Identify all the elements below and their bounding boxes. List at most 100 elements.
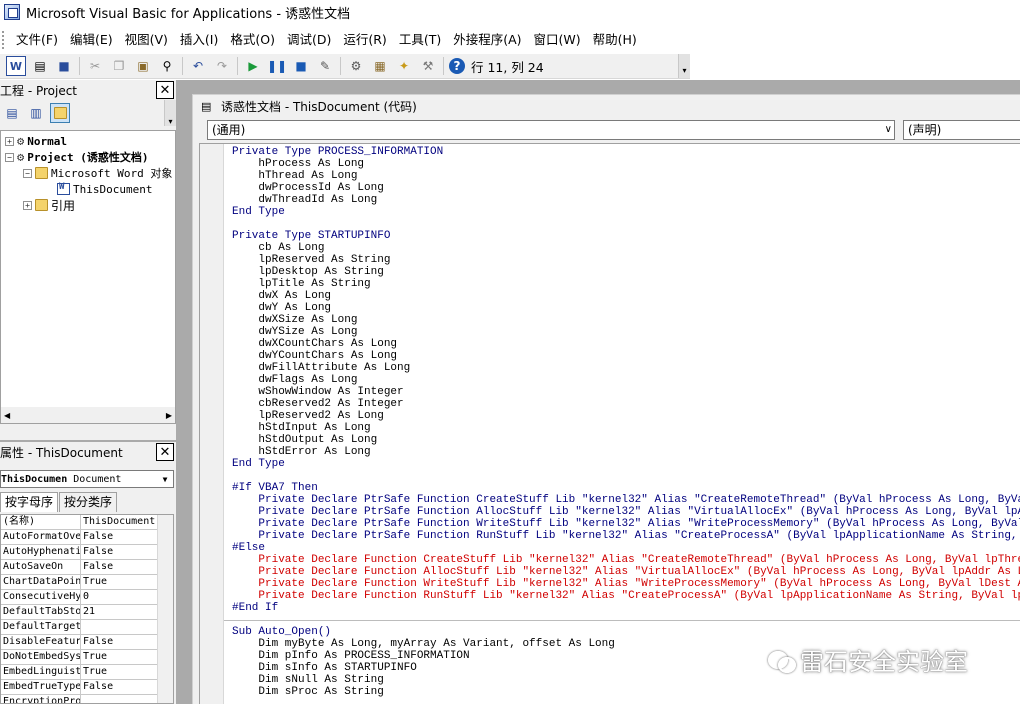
code-line[interactable]: Private Declare PtrSafe Function AllocSt… (232, 506, 1020, 518)
redo-icon[interactable]: ↷ (212, 56, 232, 76)
menu-debug[interactable]: 调试(D) (281, 29, 337, 51)
tree-horizontal-scrollbar[interactable]: ◀ ▶ (1, 407, 175, 423)
code-line[interactable]: Private Declare PtrSafe Function WriteSt… (232, 518, 1020, 530)
tree-node-word-objects[interactable]: − Microsoft Word 对象 (23, 165, 172, 181)
code-line[interactable]: wShowWindow As Integer (232, 386, 1020, 398)
property-value[interactable]: False (81, 560, 155, 574)
menu-window[interactable]: 窗口(W) (528, 29, 587, 51)
property-value[interactable]: False (81, 545, 155, 559)
code-line[interactable]: dwYCountChars As Long (232, 350, 1020, 362)
tree-node-project[interactable]: − ⚙ Project (诱惑性文档) (5, 149, 148, 165)
code-line[interactable]: hProcess As Long (232, 158, 1020, 170)
property-value[interactable]: True (81, 650, 155, 664)
property-row[interactable]: AutoSaveOn False (1, 560, 173, 575)
properties-window-icon[interactable]: ▦ (370, 56, 390, 76)
property-grid-scrollbar[interactable] (157, 515, 173, 703)
code-line[interactable]: dwYSize As Long (232, 326, 1020, 338)
chevron-down-icon[interactable]: ▼ (157, 471, 173, 487)
property-row[interactable]: EmbedLinguist True (1, 665, 173, 680)
procedure-separator[interactable] (224, 620, 1020, 621)
code-line[interactable]: dwY As Long (232, 302, 1020, 314)
run-icon[interactable]: ▶ (243, 56, 263, 76)
code-line[interactable]: Private Type PROCESS_INFORMATION (232, 146, 1020, 158)
property-value[interactable]: True (81, 665, 155, 679)
view-object-icon[interactable]: ▥ (26, 103, 46, 123)
code-line[interactable]: lpReserved2 As Long (232, 410, 1020, 422)
code-line[interactable]: dwProcessId As Long (232, 182, 1020, 194)
code-line[interactable]: #If VBA7 Then (232, 482, 1020, 494)
code-line[interactable]: Sub Auto_Open() (232, 626, 1020, 638)
menu-help[interactable]: 帮助(H) (587, 29, 643, 51)
tab-categorized[interactable]: 按分类序 (59, 492, 118, 512)
project-explorer-icon[interactable]: ⚙ (346, 56, 366, 76)
code-editor[interactable]: Private Type PROCESS_INFORMATION hProces… (199, 143, 1020, 704)
code-line[interactable]: dwXCountChars As Long (232, 338, 1020, 350)
reset-icon[interactable]: ■ (291, 56, 311, 76)
save-icon[interactable]: ■ (54, 56, 74, 76)
break-icon[interactable]: ❚❚ (267, 56, 287, 76)
code-line[interactable]: End Type (232, 206, 1020, 218)
object-selector[interactable]: ThisDocumen Document ▼ (0, 470, 174, 488)
property-row[interactable]: (名称) ThisDocument (1, 515, 173, 530)
tab-alphabetic[interactable]: 按字母序 (0, 492, 59, 512)
property-value[interactable] (81, 620, 155, 634)
code-line[interactable]: End Type (232, 458, 1020, 470)
expand-plus-icon[interactable]: + (5, 136, 14, 146)
toggle-folders-icon[interactable] (50, 103, 70, 123)
expand-plus-icon[interactable]: + (23, 200, 32, 210)
scroll-right-icon[interactable]: ▶ (166, 411, 172, 420)
close-icon[interactable]: ✕ (156, 81, 174, 99)
property-value[interactable]: False (81, 680, 155, 694)
code-line[interactable] (232, 218, 1020, 230)
menu-file[interactable]: 文件(F) (10, 29, 64, 51)
procedure-combo[interactable]: (声明) (903, 120, 1020, 140)
object-combo[interactable]: (通用) ∨ (207, 120, 895, 140)
property-value[interactable]: ThisDocument (81, 515, 155, 529)
code-line[interactable]: hStdError As Long (232, 446, 1020, 458)
menu-tools[interactable]: 工具(T) (393, 29, 447, 51)
code-line[interactable]: cb As Long (232, 242, 1020, 254)
paste-icon[interactable]: ▣ (133, 56, 153, 76)
code-line[interactable]: lpTitle As String (232, 278, 1020, 290)
code-lines[interactable]: Private Type PROCESS_INFORMATION hProces… (224, 146, 1020, 698)
property-value[interactable]: 0 (81, 590, 155, 604)
code-line[interactable]: #Else (232, 542, 1020, 554)
menu-view[interactable]: 视图(V) (119, 29, 174, 51)
code-line[interactable]: Private Declare PtrSafe Function RunStuf… (232, 530, 1020, 542)
property-value[interactable]: False (81, 635, 155, 649)
menu-grip-handle[interactable] (2, 31, 6, 49)
code-line[interactable]: lpReserved As String (232, 254, 1020, 266)
toolbar-overflow-icon[interactable]: ▾ (678, 54, 690, 78)
property-row[interactable]: AutoHyphenati False (1, 545, 173, 560)
code-line[interactable]: dwFlags As Long (232, 374, 1020, 386)
view-code-icon[interactable]: ▤ (2, 103, 22, 123)
code-line[interactable]: cbReserved2 As Integer (232, 398, 1020, 410)
code-line[interactable]: dwXSize As Long (232, 314, 1020, 326)
code-line[interactable]: hThread As Long (232, 170, 1020, 182)
code-line[interactable]: hStdInput As Long (232, 422, 1020, 434)
object-browser-icon[interactable]: ✦ (394, 56, 414, 76)
code-line[interactable]: Private Type STARTUPINFO (232, 230, 1020, 242)
tree-node-references[interactable]: + 引用 (23, 197, 75, 213)
code-line[interactable] (232, 470, 1020, 482)
code-line[interactable]: Private Declare Function RunStuff Lib "k… (232, 590, 1020, 602)
property-row[interactable]: AutoFormatOve False (1, 530, 173, 545)
cut-icon[interactable]: ✂ (85, 56, 105, 76)
property-row[interactable]: DoNotEmbedSys True (1, 650, 173, 665)
code-line[interactable]: Private Declare Function AllocStuff Lib … (232, 566, 1020, 578)
chevron-down-icon[interactable]: ∨ (885, 121, 892, 139)
code-line[interactable]: hStdOutput As Long (232, 434, 1020, 446)
close-icon[interactable]: ✕ (156, 443, 174, 461)
word-view-icon[interactable]: W (6, 56, 26, 76)
menu-edit[interactable]: 编辑(E) (64, 29, 119, 51)
menu-format[interactable]: 格式(O) (224, 29, 281, 51)
tree-node-normal[interactable]: + ⚙ Normal (5, 133, 67, 149)
code-line[interactable]: dwX As Long (232, 290, 1020, 302)
property-value[interactable] (81, 695, 155, 703)
tree-node-thisdocument[interactable]: ThisDocument (57, 181, 152, 197)
pane-toolbar-overflow-icon[interactable]: ▾ (164, 100, 176, 126)
code-margin[interactable] (200, 144, 224, 704)
undo-icon[interactable]: ↶ (188, 56, 208, 76)
code-line[interactable]: #End If (232, 602, 1020, 614)
insert-module-icon[interactable]: ▤ (30, 56, 50, 76)
